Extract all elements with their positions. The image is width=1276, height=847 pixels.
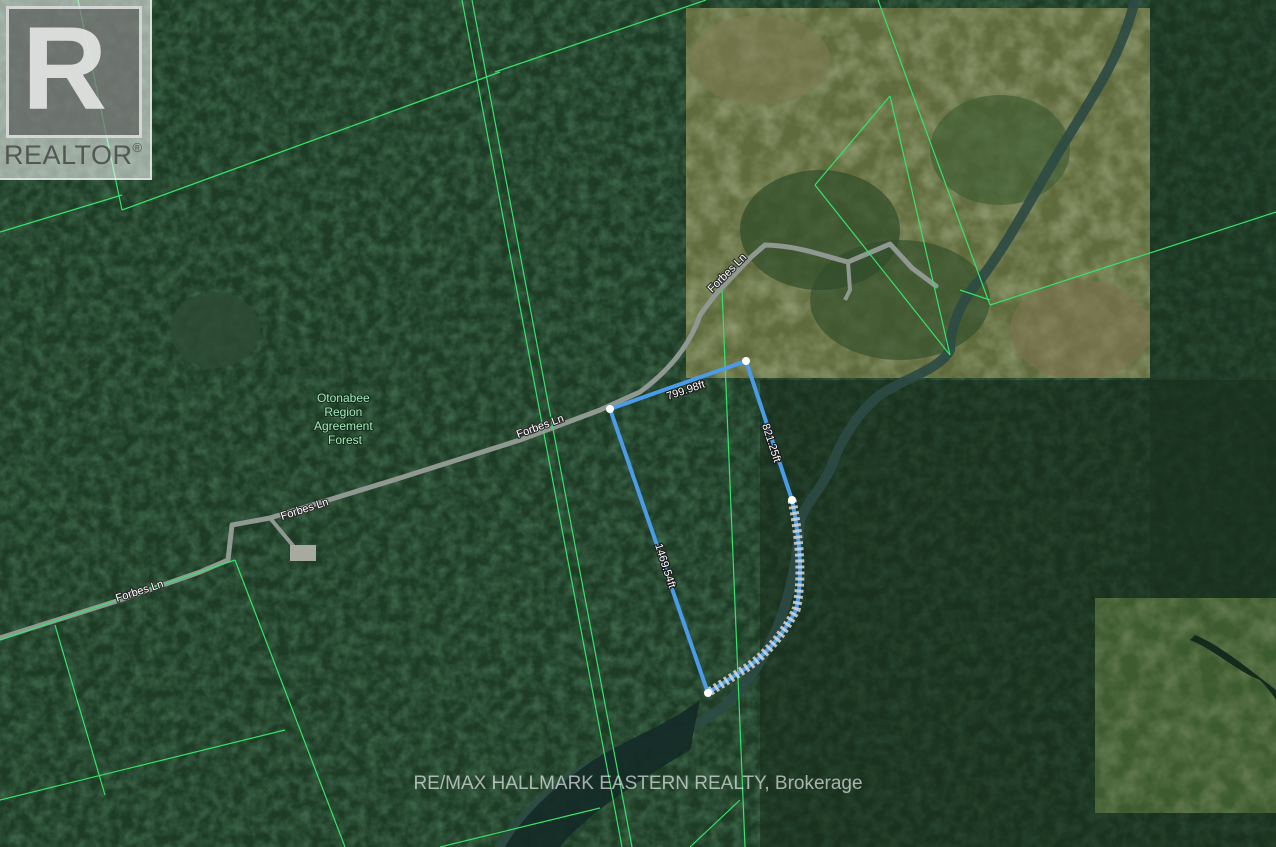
realtor-r-letter: R [22, 3, 108, 135]
realtor-logo-icon: R REALTOR® [0, 0, 152, 180]
realtor-registered-mark: ® [132, 140, 143, 155]
area-label-line-4: Forest [328, 433, 363, 447]
satellite-map[interactable]: Forbes Ln Forbes Ln Forbes Ln Forbes Ln … [0, 0, 1276, 847]
dark-canopy-east [1150, 0, 1276, 600]
parcel-vertex-s[interactable] [704, 689, 712, 697]
area-label-line-3: Agreement [314, 419, 373, 433]
parcel-vertex-se[interactable] [788, 496, 796, 504]
area-label-line-1: Otonabee [317, 391, 370, 405]
structure-west [290, 545, 316, 561]
realtor-word: REALTOR [4, 140, 133, 170]
wetland-patch [170, 292, 260, 368]
map-canvas[interactable]: Forbes Ln Forbes Ln Forbes Ln Forbes Ln … [0, 0, 1276, 847]
parcel-vertex-ne[interactable] [742, 357, 750, 365]
brokerage-watermark: RE/MAX HALLMARK EASTERN REALTY, Brokerag… [413, 773, 863, 794]
area-label-line-2: Region [324, 405, 362, 419]
realtor-wordmark: REALTOR® [4, 140, 143, 171]
parcel-vertex-nw[interactable] [606, 405, 614, 413]
clearing-area [686, 8, 1150, 378]
